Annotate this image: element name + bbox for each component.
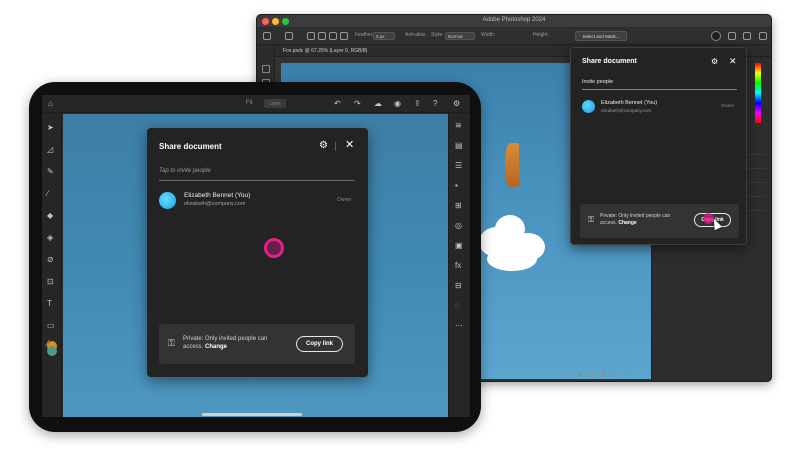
ipad-share-popup: Share document ⚙ ✕ Tap to invite people … <box>147 128 368 377</box>
user-email: elizabeth@company.com <box>601 108 652 113</box>
invite-input[interactable]: Invite people <box>582 78 737 90</box>
crop-tool-icon[interactable]: ⊡ <box>47 277 54 286</box>
width-label: Width: <box>481 32 496 38</box>
type-tool-icon[interactable]: T <box>47 299 52 308</box>
move-tool-icon[interactable]: ➤ <box>47 123 54 132</box>
private-access-text: Private: Only invited people can access.… <box>183 335 287 351</box>
ipad-topbar: ⌂ Fit 100% ↶ ↷ ☁ ◉ ⇪ ? ⚙ <box>42 95 470 113</box>
user-name: Elizabeth Bennet (You) <box>601 100 658 106</box>
invite-input[interactable]: Tap to invite people <box>159 166 355 181</box>
gear-icon[interactable]: ⚙ <box>453 99 460 108</box>
comments-icon[interactable]: ▪ <box>455 181 458 190</box>
undo-icon[interactable]: ↶ <box>334 99 341 108</box>
eraser-layer-icon[interactable]: ◌ <box>455 301 460 310</box>
ipad-toolbar: ➤ ◿ ✎ ∕ ◆ ◈ ⊘ ⊡ T ▭ ⁄ <box>42 113 62 417</box>
color-spectrum[interactable] <box>755 63 761 123</box>
window-title: Adobe Photoshop 2024 <box>482 17 546 23</box>
subtract-selection-icon[interactable] <box>329 32 337 40</box>
share-icon[interactable] <box>711 31 721 41</box>
clone-tool-icon[interactable]: ⊘ <box>47 255 54 264</box>
export-icon[interactable]: ⇪ <box>414 99 421 108</box>
stage: Adobe Photoshop 2024 Feather: 0 px Anti-… <box>0 0 800 450</box>
intersect-selection-icon[interactable] <box>340 32 348 40</box>
gear-icon[interactable]: ⚙ <box>711 57 718 66</box>
antialias-label[interactable]: Anti-alias <box>405 32 426 38</box>
zoom-box[interactable]: 100% <box>264 99 286 108</box>
user-email: elizabeth@company.com <box>184 201 246 207</box>
home-icon[interactable] <box>263 32 271 40</box>
cloud <box>487 247 537 271</box>
search-icon[interactable] <box>728 32 736 40</box>
adjustments-icon[interactable]: ☰ <box>455 161 462 170</box>
style-select[interactable]: Normal <box>445 32 475 40</box>
select-and-mask-button[interactable]: Select and Mask... <box>575 31 627 41</box>
feather-label: Feather: <box>355 32 374 38</box>
redo-icon[interactable]: ↷ <box>354 99 361 108</box>
change-link[interactable]: Change <box>618 220 636 226</box>
image-tool-icon[interactable]: ▭ <box>47 321 55 330</box>
user-role: Owner <box>721 103 735 108</box>
people-lock-icon: ⚿ <box>588 215 595 224</box>
document-tab-label: Fox.psdc @ 67.25% (Layer 0, RGB/8) <box>283 48 368 54</box>
fill-tool-icon[interactable]: ◈ <box>47 233 53 242</box>
visibility-icon[interactable]: ◎ <box>455 221 462 230</box>
user-role: Owner <box>337 197 352 203</box>
layers-icon[interactable]: ≋ <box>455 121 462 130</box>
people-lock-icon: ⚿ <box>168 338 175 348</box>
cloud-icon[interactable]: ☁ <box>374 99 382 108</box>
mask-icon[interactable]: ▣ <box>455 241 463 250</box>
share-title: Share document <box>159 142 222 151</box>
more-icon[interactable]: ⋯ <box>455 321 463 330</box>
private-access-text: Private: Only invited people can access.… <box>600 213 688 226</box>
gear-icon[interactable]: ⚙ <box>319 140 328 151</box>
ipad-screen: ⌂ Fit 100% ↶ ↷ ☁ ◉ ⇪ ? ⚙ ➤ ◿ ✎ ∕ ◆ ◈ ⊘ ⊡… <box>42 95 470 417</box>
home-icon[interactable]: ⌂ <box>48 99 53 108</box>
layers-footer-icons: □ ◇ ▣ ▢ ◨ ▤ ⌫ <box>557 372 633 378</box>
options-bar: Feather: 0 px Anti-alias Style: Normal W… <box>257 28 771 45</box>
access-footer: ⚿ Private: Only invited people can acces… <box>159 324 355 364</box>
copy-link-button[interactable]: Copy link <box>296 336 343 352</box>
fit-label: Fit <box>246 100 253 106</box>
close-icon[interactable]: ✕ <box>345 139 354 151</box>
avatar <box>582 100 595 113</box>
style-label: Style: <box>431 32 444 38</box>
effects-icon[interactable]: fx <box>455 261 461 270</box>
ipad-right-panel: ≋ ▤ ☰ ▪ ⊞ ◎ ▣ fx ⊟ ◌ ⋯ <box>448 113 470 417</box>
user-name: Elizabeth Bennet (You) <box>184 192 251 199</box>
eraser-tool-icon[interactable]: ◆ <box>47 211 53 220</box>
change-link[interactable]: Change <box>205 344 227 350</box>
share-icon[interactable]: ◉ <box>394 99 401 108</box>
quick-select-icon[interactable]: ✎ <box>47 167 54 176</box>
move-tool-icon[interactable] <box>262 65 270 73</box>
add-selection-icon[interactable] <box>318 32 326 40</box>
lasso-tool-icon[interactable]: ◿ <box>47 145 53 154</box>
help-icon[interactable]: ? <box>433 99 437 108</box>
mac-titlebar: Adobe Photoshop 2024 <box>257 15 771 28</box>
header-divider <box>335 142 336 151</box>
feather-input[interactable]: 0 px <box>373 32 395 40</box>
share-title: Share document <box>582 58 637 65</box>
height-label: Height: <box>533 32 549 38</box>
tap-highlight <box>264 238 284 258</box>
marquee-tool-icon[interactable] <box>285 32 293 40</box>
new-selection-icon[interactable] <box>307 32 315 40</box>
add-layer-icon[interactable]: ⊞ <box>455 201 462 210</box>
background-color-swatch[interactable] <box>47 346 57 356</box>
properties-icon[interactable]: ▤ <box>455 141 463 150</box>
brush-tool-icon[interactable]: ∕ <box>47 189 48 198</box>
avatar <box>159 192 176 209</box>
close-icon[interactable]: ✕ <box>729 56 737 66</box>
fox-image <box>505 143 519 187</box>
workspace-icon[interactable] <box>743 32 751 40</box>
desktop-share-popup: Share document ⚙ ✕ Invite people Elizabe… <box>570 47 747 245</box>
link-icon[interactable]: ⊟ <box>455 281 462 290</box>
export-icon[interactable] <box>759 32 767 40</box>
home-indicator <box>202 413 302 416</box>
